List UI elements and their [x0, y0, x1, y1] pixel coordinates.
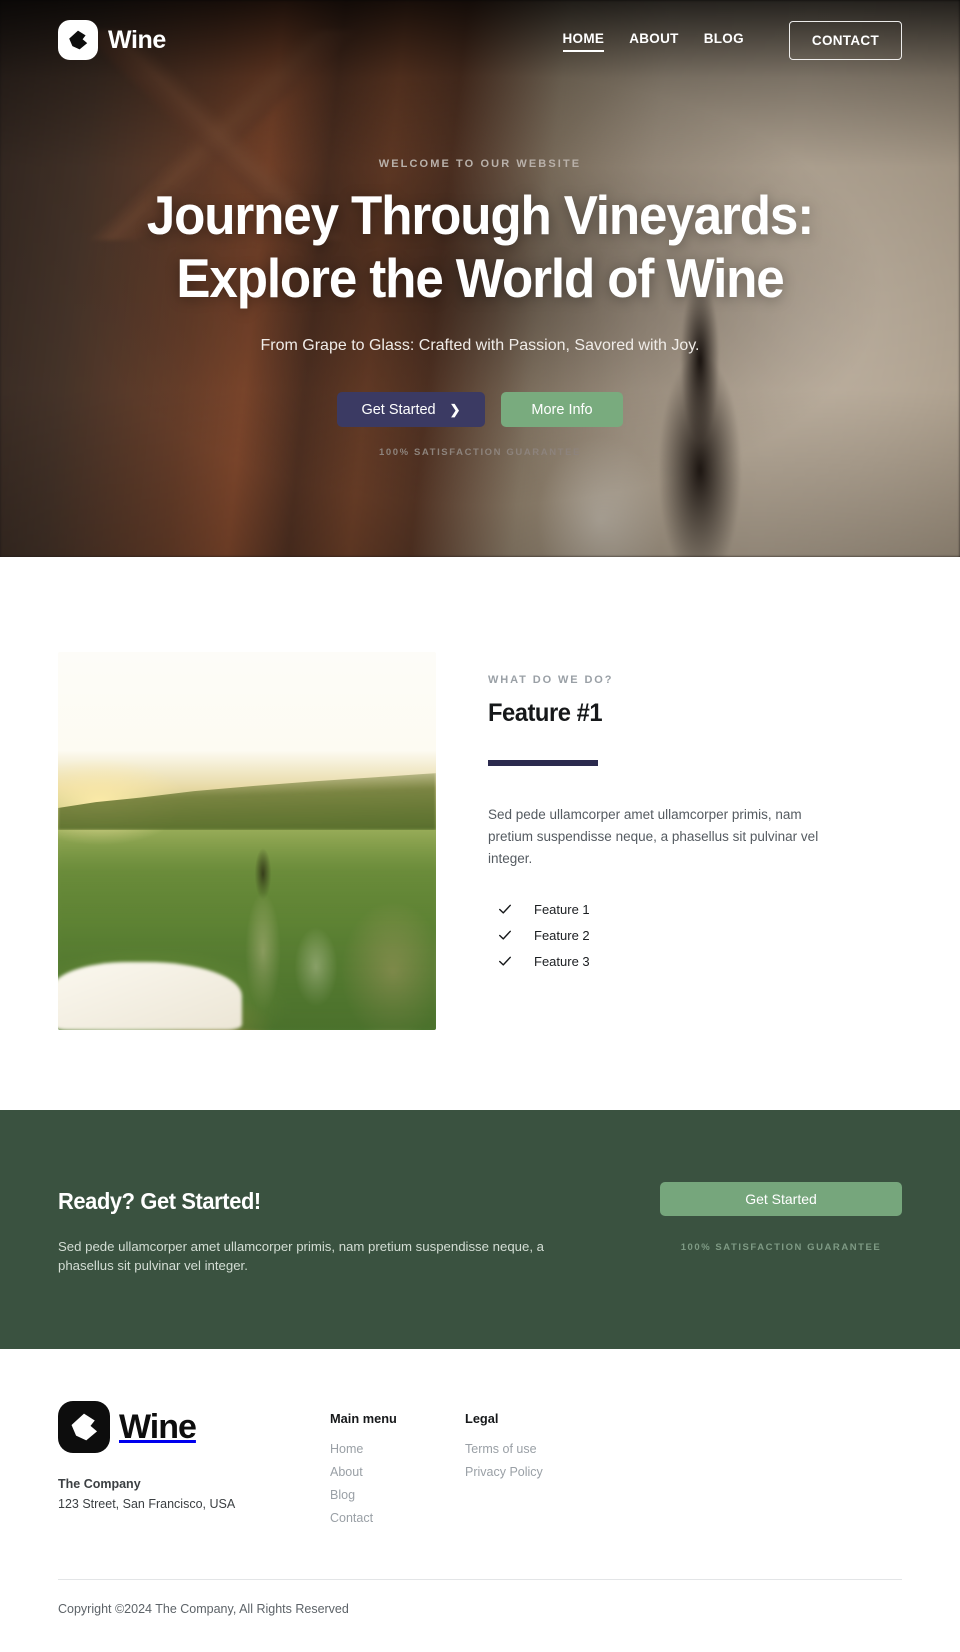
hero-section: Wine HOME ABOUT BLOG CONTACT WELCOME TO …	[0, 0, 960, 557]
feature-list: Feature 1 Feature 2 Feature 3	[488, 897, 902, 975]
footer-brand-logo-link[interactable]: Wine	[58, 1401, 330, 1454]
hero-eyebrow: WELCOME TO OUR WEBSITE	[378, 158, 582, 170]
wine-polygon-logo-icon	[58, 20, 98, 60]
hero-more-info-button[interactable]: More Info	[501, 392, 623, 428]
hero-title-line-1: Journey Through Vineyards:	[146, 184, 815, 246]
feature-accent-bar	[488, 760, 598, 766]
feature-image	[58, 652, 436, 1030]
brand-logo-link[interactable]: Wine	[58, 20, 166, 60]
list-item-label: Feature 2	[534, 927, 590, 943]
footer-link-blog[interactable]: Blog	[330, 1488, 465, 1502]
chevron-right-icon: ❯	[449, 401, 461, 417]
cta-section: Ready? Get Started! Sed pede ullamcorper…	[0, 1110, 960, 1350]
nav-contact-button[interactable]: CONTACT	[788, 20, 902, 60]
hero-get-started-label: Get Started	[361, 401, 436, 418]
landing-page: Wine HOME ABOUT BLOG CONTACT WELCOME TO …	[0, 0, 960, 1652]
footer-link-privacy-policy[interactable]: Privacy Policy	[465, 1465, 600, 1479]
feature-kicker: WHAT DO WE DO?	[488, 674, 614, 686]
list-item: Feature 2	[488, 923, 902, 949]
nav-links: HOME ABOUT BLOG CONTACT	[562, 20, 902, 60]
list-item-label: Feature 1	[534, 901, 590, 917]
cta-get-started-button[interactable]: Get Started	[660, 1182, 902, 1216]
wine-polygon-logo-icon	[58, 1401, 110, 1454]
footer-address: 123 Street, San Francisco, USA	[58, 1497, 236, 1512]
nav-item-blog[interactable]: BLOG	[704, 31, 744, 50]
cta-action-area: Get Started 100% SATISFACTION GUARANTEE	[660, 1182, 902, 1253]
check-icon	[498, 902, 512, 916]
feature-section: WHAT DO WE DO? Feature #1 Sed pede ullam…	[0, 557, 960, 1110]
footer-column-legal: Legal Terms of use Privacy Policy	[465, 1401, 600, 1534]
hero-guarantee-text: 100% SATISFACTION GUARANTEE	[379, 447, 581, 459]
feature-image-picnic-cloth	[58, 962, 242, 1030]
footer-columns: Wine The Company 123 Street, San Francis…	[58, 1401, 902, 1534]
footer-copyright: Copyright ©2024 The Company, All Rights …	[58, 1602, 349, 1617]
hero-title: Journey Through Vineyards: Explore the W…	[34, 184, 927, 309]
footer-column-title: Legal	[465, 1411, 499, 1427]
feature-content: WHAT DO WE DO? Feature #1 Sed pede ullam…	[488, 652, 902, 975]
top-navigation: Wine HOME ABOUT BLOG CONTACT	[0, 0, 960, 80]
footer-link-about[interactable]: About	[330, 1465, 465, 1479]
nav-item-home[interactable]: HOME	[562, 31, 605, 52]
hero-get-started-button[interactable]: Get Started ❯	[337, 392, 485, 428]
list-item-label: Feature 3	[534, 953, 590, 969]
footer-link-contact[interactable]: Contact	[330, 1511, 465, 1525]
list-item: Feature 3	[488, 949, 902, 975]
footer-brand-name: Wine	[119, 1407, 197, 1446]
footer-link-home[interactable]: Home	[330, 1442, 465, 1456]
check-icon	[498, 954, 512, 968]
footer-column-title: Main menu	[330, 1411, 397, 1427]
check-icon	[498, 928, 512, 942]
cta-title: Ready? Get Started!	[58, 1188, 261, 1214]
footer-link-terms-of-use[interactable]: Terms of use	[465, 1442, 600, 1456]
cta-description: Sed pede ullamcorper amet ullamcorper pr…	[58, 1239, 544, 1274]
cta-content: Ready? Get Started! Sed pede ullamcorper…	[58, 1182, 603, 1275]
cta-guarantee-text: 100% SATISFACTION GUARANTEE	[680, 1242, 882, 1253]
footer: Wine The Company 123 Street, San Francis…	[0, 1349, 960, 1652]
feature-image-hill-ridge	[58, 773, 436, 830]
nav-item-about[interactable]: ABOUT	[629, 31, 679, 50]
brand-name: Wine	[108, 25, 166, 54]
hero-actions: Get Started ❯ More Info	[0, 392, 960, 428]
hero-title-line-2: Explore the World of Wine	[176, 246, 784, 309]
footer-column-main-menu: Main menu Home About Blog Contact	[330, 1401, 465, 1534]
footer-company-name: The Company	[58, 1477, 141, 1492]
feature-title: Feature #1	[488, 699, 603, 727]
footer-brand-block: Wine The Company 123 Street, San Francis…	[58, 1401, 330, 1534]
hero-subtitle: From Grape to Glass: Crafted with Passio…	[260, 337, 700, 355]
list-item: Feature 1	[488, 897, 902, 923]
feature-description: Sed pede ullamcorper amet ullamcorper pr…	[488, 807, 819, 866]
